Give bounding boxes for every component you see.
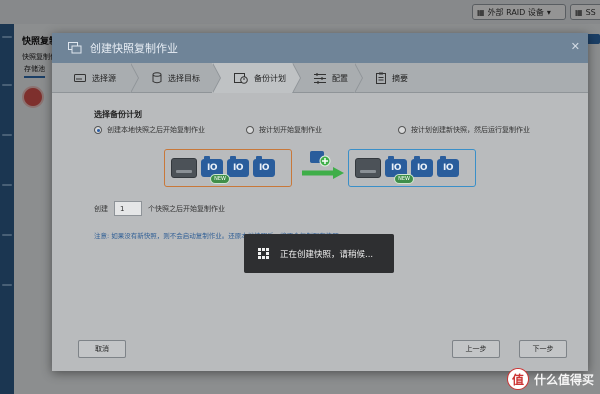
option-label: 按计划开始复制作业 [259, 126, 322, 134]
snapshot-icon: IO [437, 156, 459, 177]
step-label: 备份计划 [254, 73, 286, 83]
watermark-logo: 值 [506, 368, 529, 390]
radio-button[interactable] [246, 126, 254, 134]
list-settings-icon [314, 72, 326, 84]
create-count-row: 创建 1 个快照之后开始复制作业 [94, 201, 225, 216]
step-summary: 摘要 [354, 63, 424, 93]
create-suffix-label: 个快照之后开始复制作业 [148, 204, 225, 213]
database-icon [152, 72, 162, 84]
wizard-steps: 选择源 选择目标 备份计划 配置 摘要 [52, 63, 588, 93]
new-badge: NEW [394, 174, 414, 184]
option-label: 创建本地快照之后开始复制作业 [107, 126, 205, 134]
snapshot-icon: IO [253, 156, 275, 177]
snapshot-icon: IO [411, 156, 433, 177]
snapshot-count-input[interactable]: 1 [114, 201, 142, 216]
nas-disk-icon [171, 158, 197, 178]
dialog-body: 选择备份计划 创建本地快照之后开始复制作业 按计划开始复制作业 按计划创建新快照… [52, 93, 588, 371]
option-after-local-snapshot[interactable]: 创建本地快照之后开始复制作业 [94, 125, 205, 135]
replicate-arrow-icon [302, 167, 344, 179]
loading-message: 正在创建快照，请稍候... [280, 249, 374, 260]
clipboard-icon [376, 72, 386, 84]
disk-icon [74, 74, 86, 82]
cancel-button[interactable]: 取消 [78, 340, 126, 358]
option-by-schedule[interactable]: 按计划开始复制作业 [246, 125, 322, 135]
schedule-icon [234, 73, 248, 84]
radio-button[interactable] [94, 126, 102, 134]
loading-toast: 正在创建快照，请稍候... [244, 234, 394, 273]
radio-button[interactable] [398, 126, 406, 134]
dialog-title: 创建快照复制作业 [90, 42, 178, 55]
create-snapshot-replication-dialog: 创建快照复制作业 ✕ 选择源 选择目标 备份计划 配置 摘要 选择备份计划 创建… [52, 33, 588, 371]
loading-spinner-icon [258, 247, 270, 260]
replication-icon [68, 42, 82, 54]
add-snapshot-icon [310, 151, 331, 167]
step-backup-schedule: 备份计划 [212, 63, 301, 93]
watermark: 值 什么值得买 [506, 368, 594, 390]
step-select-source: 选择源 [52, 63, 139, 93]
previous-button[interactable]: 上一步 [452, 340, 500, 358]
next-button[interactable]: 下一步 [519, 340, 567, 358]
step-label: 选择源 [92, 73, 116, 83]
step-select-target: 选择目标 [130, 63, 221, 93]
create-prefix-label: 创建 [94, 204, 108, 213]
option-label: 按计划创建新快照，然后运行复制作业 [411, 126, 530, 134]
step-configure: 配置 [292, 63, 363, 93]
nas-disk-icon [355, 158, 381, 178]
section-title: 选择备份计划 [94, 110, 142, 119]
target-diagram-box: IO IO IO NEW [348, 149, 476, 187]
watermark-text: 什么值得买 [533, 372, 594, 387]
step-label: 摘要 [392, 73, 408, 83]
source-diagram-box: IO IO IO NEW [164, 149, 292, 187]
new-badge: NEW [210, 174, 230, 184]
option-scheduled-snapshot-then-replicate[interactable]: 按计划创建新快照，然后运行复制作业 [398, 125, 530, 135]
snapshot-icon: IO [227, 156, 249, 177]
close-icon[interactable]: ✕ [571, 40, 580, 53]
step-label: 配置 [332, 73, 348, 83]
dialog-header: 创建快照复制作业 [52, 33, 588, 63]
step-label: 选择目标 [168, 73, 200, 83]
